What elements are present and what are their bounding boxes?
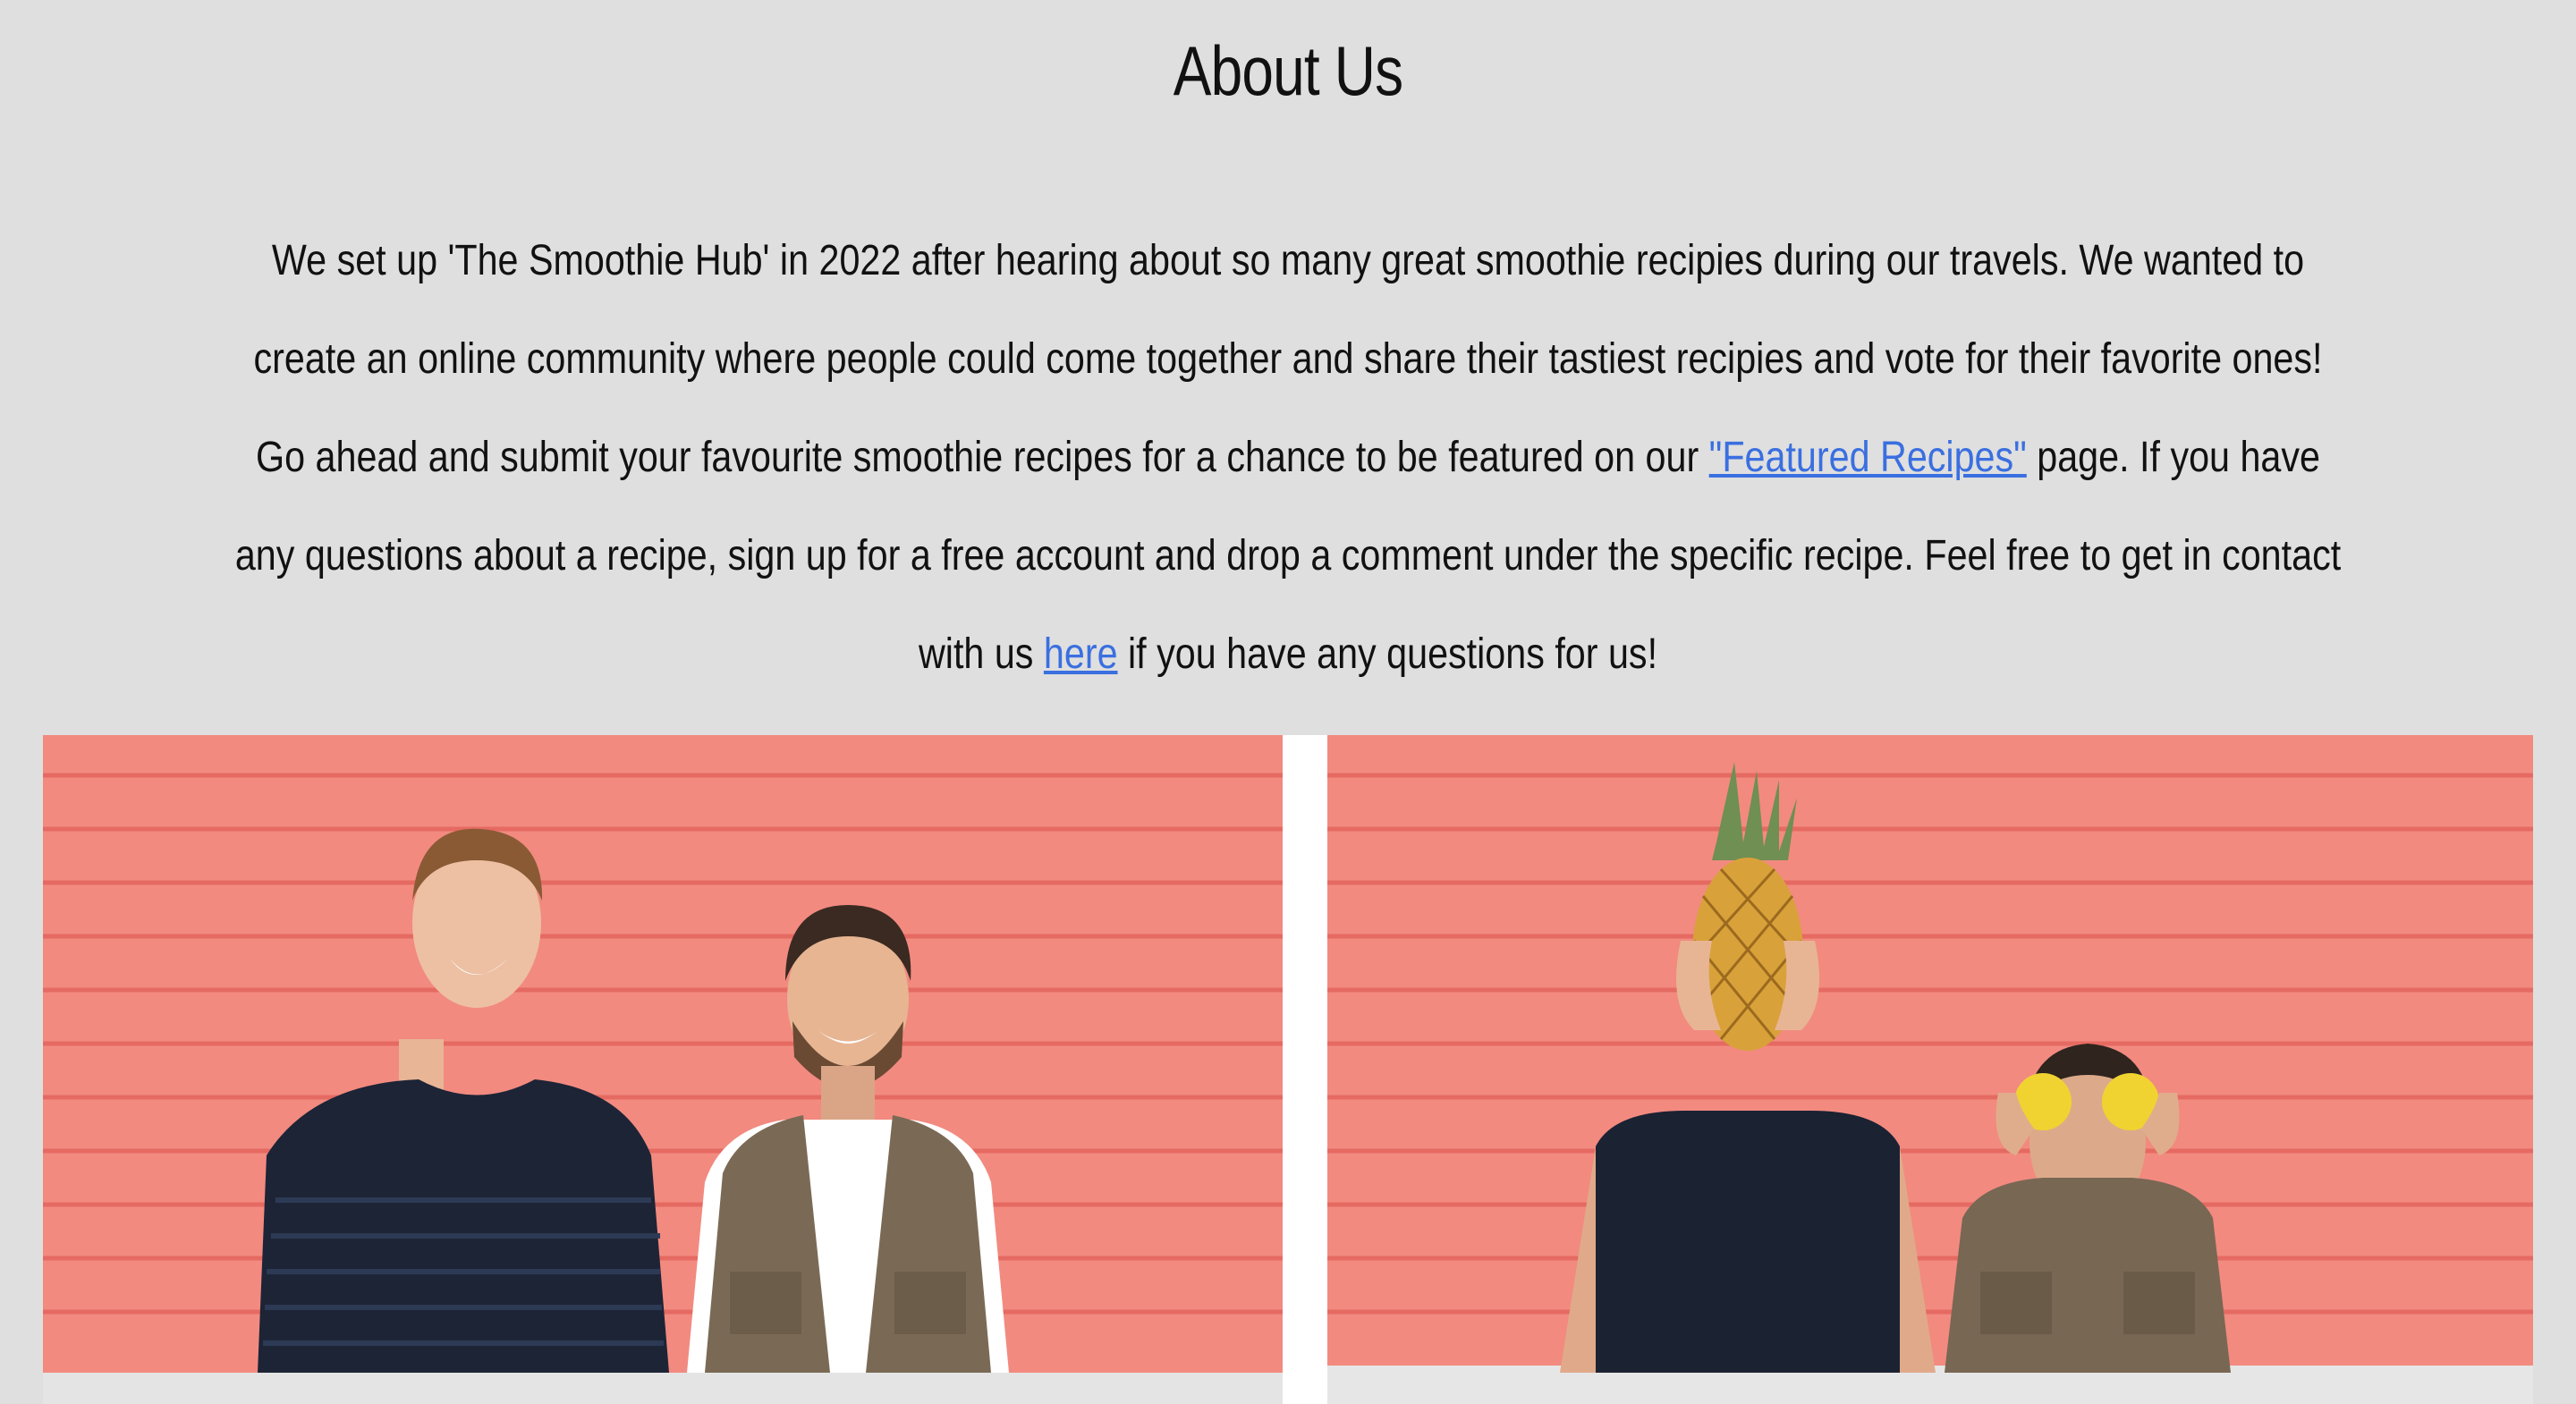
contact-here-link[interactable]: here: [1044, 630, 1118, 678]
founders-photo-smiling: [43, 735, 1283, 1404]
about-text-3: if you have any questions for us!: [1117, 630, 1658, 678]
featured-recipes-link[interactable]: "Featured Recipes": [1709, 434, 2027, 481]
photo-divider: [1283, 735, 1327, 1404]
about-paragraph: We set up 'The Smoothie Hub' in 2022 aft…: [226, 212, 2350, 704]
page-title: About Us: [1173, 31, 1403, 110]
founders-photo-fruit: [1327, 735, 2533, 1404]
about-page: About Us We set up 'The Smoothie Hub' in…: [0, 0, 2576, 1404]
